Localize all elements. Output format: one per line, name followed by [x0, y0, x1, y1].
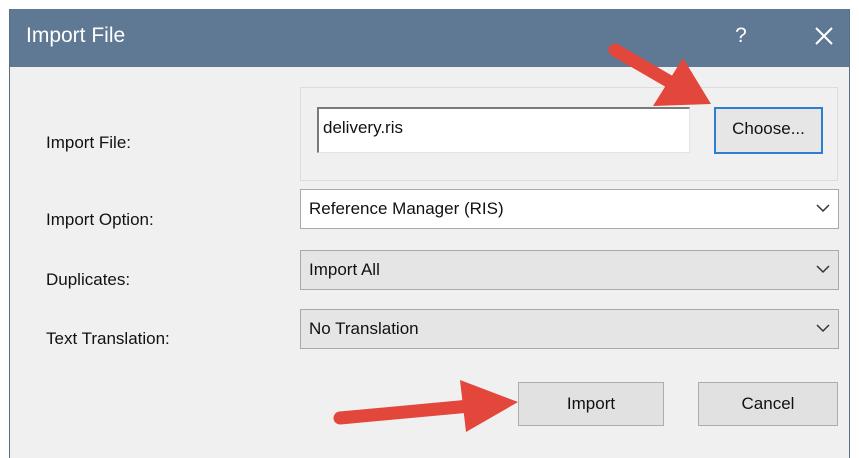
- dialog-title: Import File: [26, 24, 126, 47]
- import-button[interactable]: Import: [518, 382, 664, 426]
- import-option-value: Reference Manager (RIS): [309, 199, 504, 218]
- text-translation-select[interactable]: No Translation: [300, 309, 839, 349]
- duplicates-value: Import All: [309, 260, 380, 279]
- chevron-down-icon: [816, 204, 830, 213]
- close-icon: [815, 27, 833, 45]
- import-file-label: Import File:: [46, 133, 132, 152]
- import-file-input[interactable]: delivery.ris: [317, 107, 690, 153]
- import-option-label: Import Option:: [46, 210, 154, 229]
- text-translation-label: Text Translation:: [46, 329, 170, 348]
- arrow-annotation-icon: [608, 43, 711, 106]
- duplicates-select[interactable]: Import All: [300, 250, 839, 290]
- close-button[interactable]: [810, 22, 838, 50]
- duplicates-label: Duplicates:: [46, 270, 131, 289]
- import-option-select[interactable]: Reference Manager (RIS): [300, 189, 839, 229]
- arrow-annotation-icon: [333, 380, 518, 432]
- chevron-down-icon: [816, 265, 830, 274]
- help-button[interactable]: ?: [728, 21, 754, 51]
- cancel-button[interactable]: Cancel: [698, 382, 838, 426]
- title-bar: Import File ?: [10, 9, 849, 67]
- chevron-down-icon: [816, 324, 830, 333]
- choose-button[interactable]: Choose...: [714, 107, 823, 154]
- text-translation-value: No Translation: [309, 319, 419, 338]
